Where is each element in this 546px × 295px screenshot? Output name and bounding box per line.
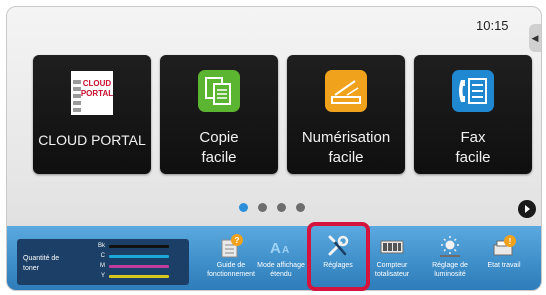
brightness-button[interactable]: Réglage de luminosité xyxy=(421,233,479,279)
toner-bar-cyan xyxy=(109,254,169,258)
toner-bar-yellow xyxy=(109,274,169,278)
toner-key: Y xyxy=(100,273,105,279)
svg-text:!: ! xyxy=(509,237,512,246)
toner-row-bk: Bk xyxy=(95,243,169,249)
display-mode-button[interactable]: A A Mode affichage étendu xyxy=(252,233,310,279)
chevron-left-icon: ◀ xyxy=(531,32,539,43)
clock: 10:15 xyxy=(476,18,509,33)
copy-icon xyxy=(196,68,242,119)
text-size-icon: A A xyxy=(252,233,310,259)
page-dot-2[interactable] xyxy=(258,203,267,212)
shortcut-label: Compteur totalisateur xyxy=(374,262,410,278)
cloud-portal-logo: CLOUD PORTAL xyxy=(67,68,117,123)
brightness-icon xyxy=(421,233,479,259)
toner-bar-black xyxy=(109,244,169,248)
toner-key: Bk xyxy=(97,243,105,249)
side-panel-tab[interactable]: ◀ xyxy=(529,24,541,52)
tile-scan[interactable]: Numérisation facile xyxy=(287,55,405,174)
svg-text:A: A xyxy=(282,245,289,256)
tile-cloud-portal[interactable]: CLOUD PORTAL CLOUD PORTAL xyxy=(33,55,151,174)
toner-row-y: Y xyxy=(95,273,169,279)
toner-bar-magenta xyxy=(109,264,169,268)
bottom-bar: Quantité de toner Bk C M Y ? Guide de fo… xyxy=(7,226,541,290)
tile-copy[interactable]: Copie facile xyxy=(160,55,278,174)
play-right-icon xyxy=(525,205,530,213)
toner-row-c: C xyxy=(95,253,169,259)
page-dot-1[interactable] xyxy=(239,203,248,212)
home-screen: 10:15 ◀ CLOUD PORTAL CLOUD PORTAL Copie … xyxy=(6,6,542,291)
shortcut-label: Réglage de luminosité xyxy=(432,262,468,278)
next-page-button[interactable] xyxy=(518,200,536,218)
scan-icon xyxy=(323,68,369,119)
cloud-logo-text-2: PORTAL xyxy=(81,89,113,98)
toner-row-m: M xyxy=(95,263,169,269)
settings-highlight-frame xyxy=(307,222,370,291)
job-status-button[interactable]: ! Etat travail xyxy=(475,233,533,270)
tile-label-line-2: facile xyxy=(328,149,364,166)
counter-icon xyxy=(363,233,421,259)
shortcut-label: Mode affichage étendu xyxy=(257,262,305,278)
tile-label-line-1: Numérisation xyxy=(301,129,391,146)
tile-label-line-1: Copie xyxy=(199,129,239,146)
toner-title: Quantité de toner xyxy=(23,255,60,272)
cloud-logo-text-1: CLOUD xyxy=(83,79,112,88)
toner-panel[interactable]: Quantité de toner Bk C M Y xyxy=(17,239,189,285)
svg-text:?: ? xyxy=(235,236,240,245)
shortcut-label: Etat travail xyxy=(487,262,521,269)
counter-button[interactable]: Compteur totalisateur xyxy=(363,233,421,279)
job-status-icon: ! xyxy=(475,233,533,259)
fax-icon xyxy=(450,68,496,119)
tile-label-line-2: facile xyxy=(455,149,491,166)
tile-label-line-1: Fax xyxy=(460,129,486,146)
toner-key: C xyxy=(100,253,105,259)
tile-label: CLOUD PORTAL xyxy=(38,132,146,148)
page-dot-3[interactable] xyxy=(277,203,286,212)
page-dot-4[interactable] xyxy=(296,203,305,212)
tile-label-line-2: facile xyxy=(201,149,237,166)
toner-key: M xyxy=(100,263,105,269)
svg-text:A: A xyxy=(270,240,281,257)
tile-fax[interactable]: Fax facile xyxy=(414,55,532,174)
app-tiles: CLOUD PORTAL CLOUD PORTAL Copie facile N… xyxy=(33,55,532,174)
page-indicator xyxy=(239,203,305,212)
